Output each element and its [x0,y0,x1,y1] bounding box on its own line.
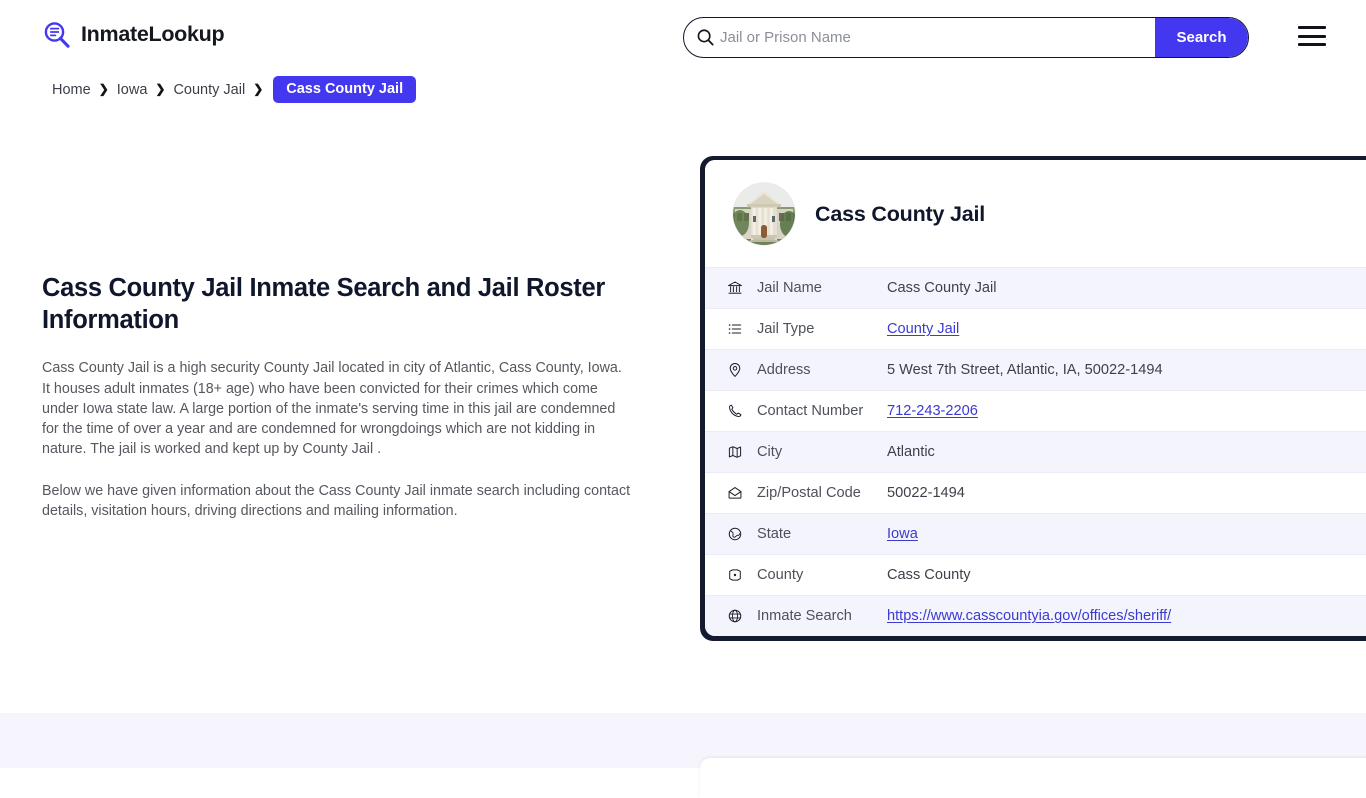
search-input[interactable] [720,18,1155,57]
bottom-section-card [700,758,1366,798]
row-value: 712-243-2206 [887,403,1366,419]
brand-name: InmateLookup [81,22,225,47]
row-value: 5 West 7th Street, Atlantic, IA, 50022-1… [887,362,1163,378]
row-label: Jail Name [757,280,822,296]
row-label: City [757,444,783,460]
table-row: Jail Type County Jail [705,308,1366,349]
breadcrumb-item-county-jail[interactable]: County Jail [173,82,245,98]
hamburger-bar [1298,26,1326,29]
page-title: Cass County Jail Inmate Search and Jail … [42,274,605,335]
table-row: Jail Name Cass County Jail [705,267,1366,308]
row-value: County Jail [887,321,1366,337]
county-pin-icon [727,567,757,583]
card-title: Cass County Jail [815,201,986,226]
state-link[interactable]: Iowa [887,526,918,542]
row-value: Iowa [887,526,1366,542]
row-label: State [757,526,792,542]
site-header: InmateLookup Search [0,0,1366,74]
contact-number-link[interactable]: 712-243-2206 [887,403,978,419]
row-value: 50022-1494 [887,485,965,501]
breadcrumb-item-iowa[interactable]: Iowa [117,82,148,98]
map-pin-icon [727,362,757,378]
magnifier-list-icon [42,20,72,50]
row-label: Jail Type [757,321,815,337]
courthouse-photo [733,183,795,245]
chevron-right-icon: ❯ [155,81,166,96]
breadcrumb-current: Cass County Jail [273,76,417,103]
envelope-icon [727,485,757,501]
search-icon [684,28,720,47]
search-button[interactable]: Search [1155,18,1248,57]
list-icon [727,321,757,337]
chevron-right-icon: ❯ [98,81,109,96]
row-value: Cass County [887,567,971,583]
phone-icon [727,403,757,419]
table-row: Zip/Postal Code 50022-1494 [705,472,1366,513]
row-value: https://www.casscountyia.gov/offices/she… [887,608,1366,624]
hamburger-bar [1298,34,1326,38]
article-paragraph-1: Cass County Jail is a high security Coun… [42,360,622,458]
breadcrumb: Home ❯ Iowa ❯ County Jail ❯ Cass County … [52,76,417,103]
jail-info-card: Cass County Jail Jail Name Cass County J [700,156,1366,641]
article-paragraph-2: Below we have given information about th… [42,482,631,520]
jail-info-table: Jail Name Cass County Jail Jail Type Cou… [705,267,1366,636]
breadcrumb-item-home[interactable]: Home [52,82,91,98]
jail-type-link[interactable]: County Jail [887,321,959,337]
bank-icon [727,280,757,296]
row-label: Zip/Postal Code [757,485,861,501]
globe-state-icon [727,526,757,542]
search-bar[interactable]: Search [683,17,1249,58]
table-row: Contact Number 712-243-2206 [705,390,1366,431]
table-row: County Cass County [705,554,1366,595]
brand-logo[interactable]: InmateLookup [42,20,225,50]
map-icon [727,444,757,460]
card-header: Cass County Jail [705,160,1366,267]
inmate-search-link[interactable]: https://www.casscountyia.gov/offices/she… [887,608,1171,624]
table-row: Address 5 West 7th Street, Atlantic, IA,… [705,349,1366,390]
row-value: Cass County Jail [887,280,997,296]
row-label: Address [757,362,811,378]
row-label: County [757,567,804,583]
hamburger-menu-icon[interactable] [1298,26,1326,46]
row-label: Contact Number [757,403,864,419]
hamburger-bar [1298,43,1326,46]
table-row: City Atlantic [705,431,1366,472]
article-content: Cass County Jail Inmate Search and Jail … [42,272,632,521]
table-row: State Iowa [705,513,1366,554]
row-value: Atlantic [887,444,935,460]
row-label: Inmate Search [757,608,852,624]
chevron-right-icon: ❯ [253,81,264,96]
globe-icon [727,608,757,624]
table-row: Inmate Search https://www.casscountyia.g… [705,595,1366,636]
